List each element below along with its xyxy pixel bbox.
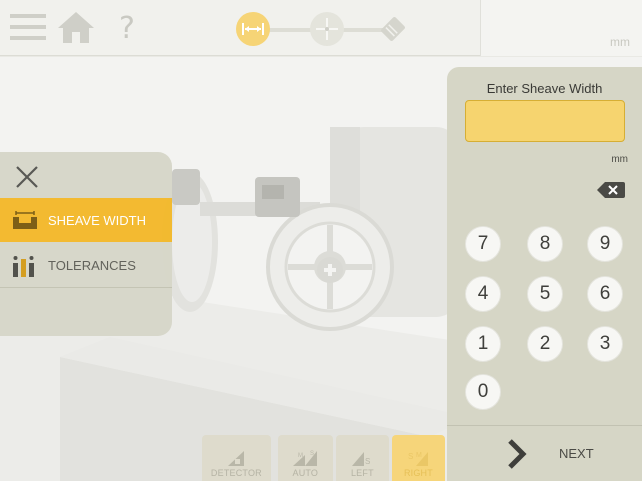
svg-text:S: S <box>365 457 370 466</box>
key-6[interactable]: 6 <box>587 276 623 312</box>
tab-right[interactable]: S M RIGHT <box>391 435 445 481</box>
next-button[interactable]: NEXT <box>447 426 642 481</box>
backspace-icon[interactable] <box>595 179 627 201</box>
key-2[interactable]: 2 <box>527 326 563 362</box>
detector-icon <box>228 451 245 466</box>
target-step-icon[interactable] <box>310 12 344 46</box>
tab-left[interactable]: S LEFT <box>335 435 389 481</box>
keypad-title: Enter Sheave Width <box>486 81 603 96</box>
key-0[interactable]: 0 <box>465 374 501 410</box>
key-3[interactable]: 3 <box>587 326 623 362</box>
tab-label: LEFT <box>350 468 374 478</box>
key-1[interactable]: 1 <box>465 326 501 362</box>
tab-label: AUTO <box>292 468 319 478</box>
right-detector-icon: S M <box>408 452 429 466</box>
numeric-keypad-panel: Enter Sheave Width mm 7 8 9 4 5 6 1 2 3 … <box>447 67 642 481</box>
tab-auto[interactable]: M S AUTO <box>277 435 333 481</box>
tab-detector[interactable]: DETECTOR <box>202 435 271 481</box>
side-menu: SHEAVE WIDTH TOLERANCES <box>0 152 172 336</box>
key-7[interactable]: 7 <box>465 226 501 262</box>
svg-text:S: S <box>310 451 314 457</box>
svg-text:M: M <box>298 453 303 459</box>
tolerances-icon <box>10 254 40 278</box>
menu-item-tolerances[interactable]: TOLERANCES <box>0 244 172 288</box>
svg-text:S: S <box>408 452 413 461</box>
unit-label-top: mm <box>610 35 630 49</box>
menu-item-label: SHEAVE WIDTH <box>48 212 146 228</box>
top-bar: ? mm <box>0 0 642 56</box>
measure-step-icon[interactable] <box>376 12 410 46</box>
key-8[interactable]: 8 <box>527 226 563 262</box>
chevron-right-icon <box>503 437 531 471</box>
auto-icon: M S <box>293 451 318 466</box>
home-icon[interactable] <box>56 10 96 44</box>
next-label: NEXT <box>559 446 594 461</box>
key-5[interactable]: 5 <box>527 276 563 312</box>
tab-label: DETECTOR <box>210 468 262 478</box>
key-4[interactable]: 4 <box>465 276 501 312</box>
menu-item-sheave-width[interactable]: SHEAVE WIDTH <box>0 198 172 242</box>
sheave-width-input[interactable] <box>465 100 625 142</box>
svg-text:M: M <box>416 452 422 459</box>
menu-item-label: TOLERANCES <box>48 258 136 273</box>
detector-tabs: DETECTOR M S AUTO S LEFT S M RIGHT <box>202 435 448 481</box>
hamburger-menu-icon[interactable] <box>10 12 46 42</box>
key-9[interactable]: 9 <box>587 226 623 262</box>
sheave-width-step-icon[interactable] <box>236 12 270 46</box>
tab-label: RIGHT <box>403 468 433 478</box>
value-display-box: mm <box>480 0 642 56</box>
left-detector-icon: S <box>352 452 371 466</box>
help-icon[interactable]: ? <box>112 10 142 46</box>
sheave-width-icon <box>10 208 40 232</box>
unit-label: mm <box>611 154 628 165</box>
close-icon[interactable] <box>10 160 44 194</box>
